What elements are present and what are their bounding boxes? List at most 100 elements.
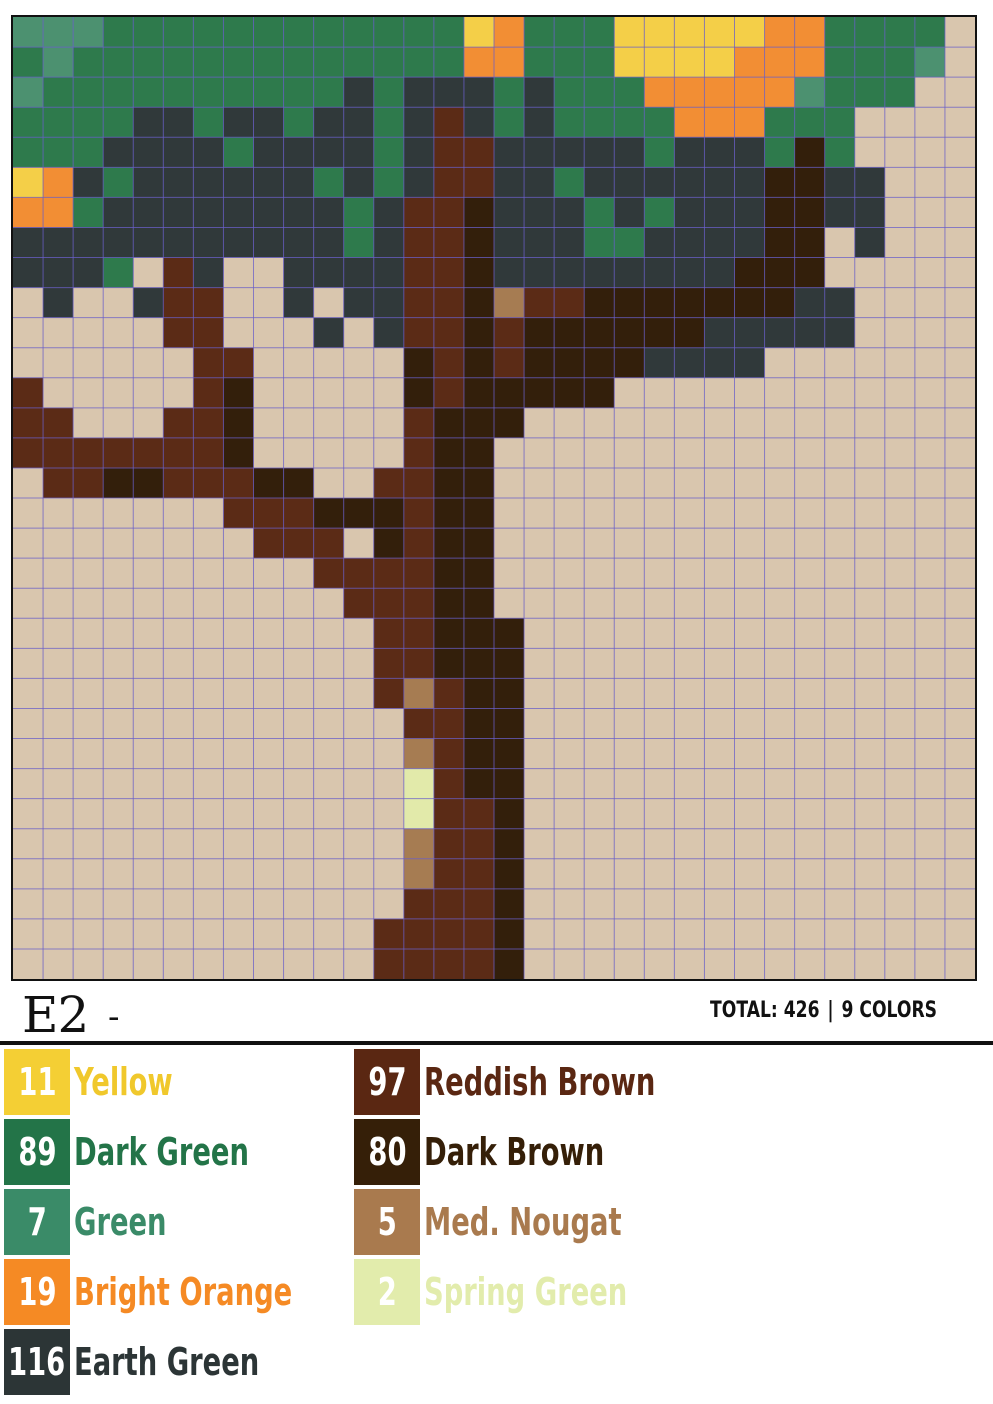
mosaic-cell (343, 588, 375, 619)
mosaic-cell (884, 678, 916, 709)
summary-separator: | (827, 998, 834, 1023)
mosaic-cell (133, 47, 164, 78)
legend-count: 116 (8, 1340, 66, 1384)
mosaic-cell (944, 558, 975, 589)
mosaic-cell (854, 437, 886, 469)
mosaic-cell (764, 558, 796, 589)
mosaic-cell (133, 197, 164, 228)
mosaic-cell (494, 107, 525, 138)
mosaic-cell (794, 558, 826, 589)
mosaic-cell (704, 888, 735, 920)
mosaic-cell (854, 107, 886, 138)
mosaic-cell (193, 347, 224, 379)
mosaic-cell (704, 708, 735, 739)
mosaic-cell (223, 257, 254, 288)
legend-name: Earth Green (74, 1340, 260, 1384)
mosaic-cell (253, 558, 284, 589)
mosaic-cell (103, 347, 134, 379)
legend-count: 97 (367, 1060, 407, 1104)
mosaic-cell (554, 407, 585, 439)
mosaic-cell (223, 798, 254, 830)
legend-count: 7 (27, 1200, 47, 1244)
mosaic-cell (283, 467, 315, 499)
mosaic-cell (43, 888, 74, 920)
mosaic-cell (674, 888, 705, 920)
mosaic-cell (163, 708, 194, 739)
mosaic-cell (103, 828, 134, 860)
mosaic-cell (524, 407, 555, 439)
mosaic-cell (674, 437, 705, 469)
mosaic-cell (734, 648, 765, 679)
mosaic-cell (133, 678, 164, 709)
mosaic-cell (824, 528, 856, 559)
mosaic-cell (223, 167, 254, 198)
mosaic-cell (824, 167, 856, 198)
mosaic-cell (914, 618, 946, 649)
mosaic-cell (734, 17, 765, 48)
mosaic-cell (584, 918, 615, 950)
mosaic-cell (253, 107, 284, 138)
mosaic-cell (223, 888, 254, 920)
mosaic-cell (193, 437, 224, 469)
mosaic-cell (644, 317, 675, 349)
mosaic-cell (854, 377, 886, 409)
mosaic-cell (944, 588, 975, 619)
legend-swatch: 7 (4, 1189, 70, 1255)
mosaic-cell (193, 768, 224, 800)
mosaic-cell (103, 77, 134, 108)
mosaic-cell (133, 437, 164, 469)
mosaic-cell (884, 768, 916, 800)
mosaic-cell (403, 17, 435, 48)
mosaic-cell (584, 888, 615, 920)
mosaic-cell (704, 407, 735, 439)
mosaic-cell (73, 528, 104, 559)
mosaic-cell (524, 708, 555, 739)
mosaic-cell (524, 558, 555, 589)
mosaic-cell (494, 588, 525, 619)
mosaic-cell (644, 407, 675, 439)
mosaic-cell (824, 107, 856, 138)
mosaic-cell (373, 768, 405, 800)
mosaic-cell (343, 197, 375, 228)
mosaic-cell (343, 618, 375, 649)
mosaic-cell (554, 47, 585, 78)
mosaic-cell (734, 858, 765, 890)
mosaic-cell (884, 708, 916, 739)
mosaic-cell (524, 47, 555, 78)
mosaic-cell (283, 858, 315, 890)
mosaic-cell (854, 618, 886, 649)
mosaic-cell (163, 287, 194, 319)
mosaic-cell (704, 227, 735, 258)
mosaic-cell (193, 407, 224, 439)
legend-swatch: 80 (354, 1119, 420, 1185)
mosaic-cell (253, 618, 284, 649)
mosaic-cell (584, 107, 615, 138)
mosaic-cell (494, 137, 525, 168)
legend-swatch: 116 (4, 1329, 70, 1395)
mosaic-cell (223, 618, 254, 649)
mosaic-cell (794, 407, 826, 439)
mosaic-cell (764, 287, 796, 319)
mosaic-cell (584, 407, 615, 439)
mosaic-cell (313, 407, 345, 439)
mosaic-cell (463, 347, 495, 379)
mosaic-cell (163, 47, 194, 78)
mosaic-cell (193, 918, 224, 950)
mosaic-cell (644, 558, 675, 589)
mosaic-cell (193, 678, 224, 709)
mosaic-cell (283, 588, 315, 619)
mosaic-cell (13, 407, 44, 439)
mosaic-cell (73, 137, 104, 168)
mosaic-cell (73, 888, 104, 920)
legend-swatch: 11 (4, 1049, 70, 1115)
mosaic-cell (43, 347, 74, 379)
mosaic-cell (313, 738, 345, 769)
mosaic-cell (674, 768, 705, 800)
mosaic-cell (764, 888, 796, 920)
mosaic-cell (433, 618, 465, 649)
mosaic-cell (373, 167, 405, 198)
mosaic-cell (614, 558, 645, 589)
mosaic-cell (253, 828, 284, 860)
mosaic-cell (674, 828, 705, 860)
mosaic-cell (283, 528, 315, 559)
